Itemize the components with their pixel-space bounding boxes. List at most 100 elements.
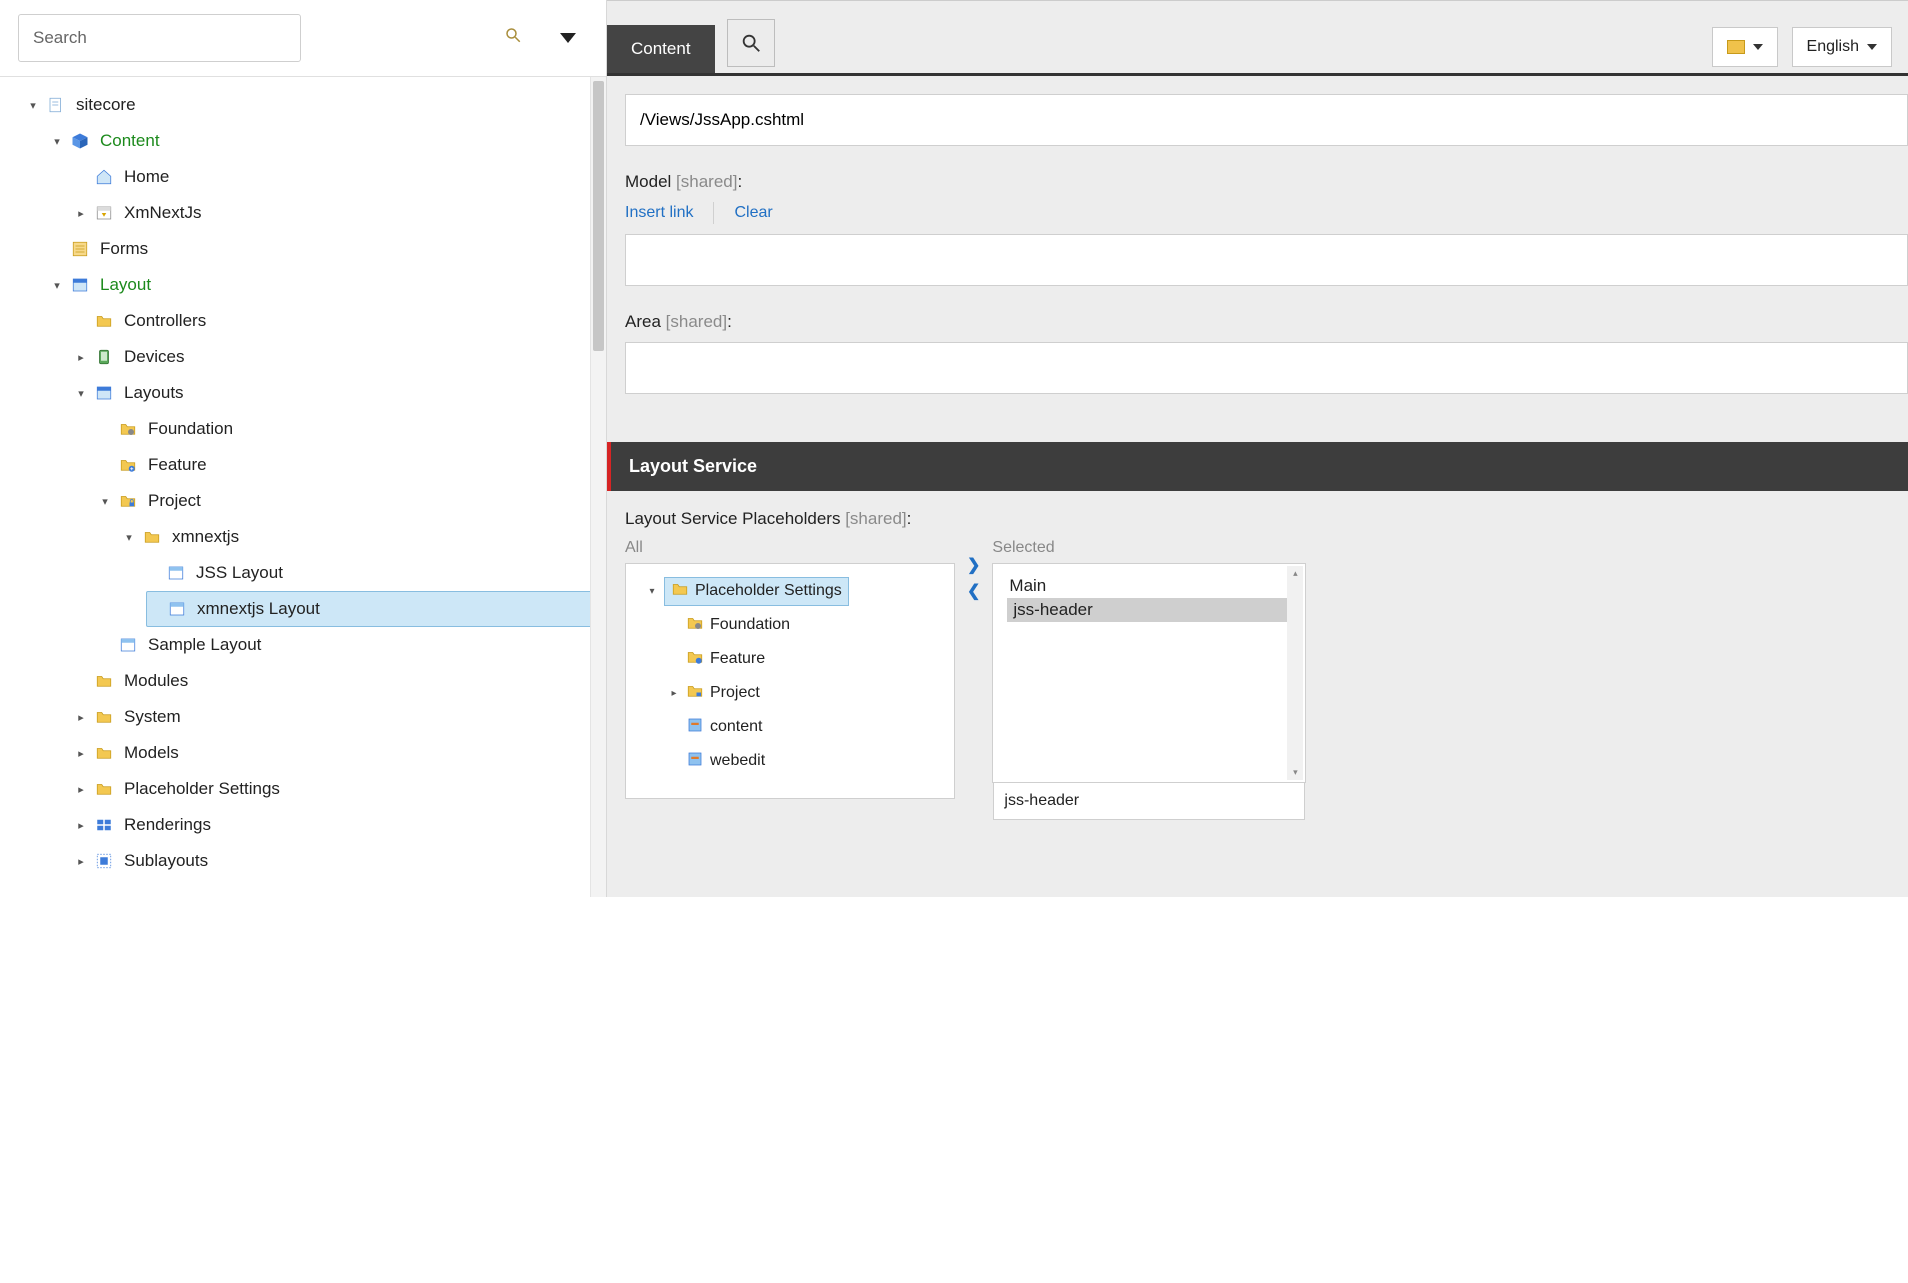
tree-node-xmnextjs-content[interactable]: ▸ XmNextJs [74,195,606,231]
mini-node-webedit[interactable]: webedit [668,744,944,778]
clear-link[interactable]: Clear [734,204,772,222]
sublayout-icon [94,851,114,871]
layout-item-icon [118,635,138,655]
mini-label: Placeholder Settings [695,582,842,600]
expand-icon[interactable]: ▸ [74,783,88,796]
collapse-icon[interactable]: ▾ [646,586,658,597]
collapse-icon[interactable]: ▾ [26,99,40,112]
tree-label: Layout [96,275,151,295]
tree-node-models[interactable]: ▸ Models [74,735,606,771]
scroll-down-icon[interactable]: ▾ [1287,767,1303,778]
tree-node-forms[interactable]: Forms [50,231,606,267]
tab-content[interactable]: Content [607,25,715,73]
mini-label: Project [710,684,760,702]
mini-node-root[interactable]: ▾ Placeholder Settings [646,574,944,608]
layout-icon [70,275,90,295]
tree-node-project[interactable]: ▾ Project [98,483,606,519]
tree-label: Controllers [120,311,206,331]
collapse-icon[interactable]: ▾ [98,495,112,508]
expand-icon[interactable]: ▸ [74,819,88,832]
collapse-icon[interactable]: ▾ [122,531,136,544]
search-dropdown-toggle[interactable] [548,14,588,62]
selected-item-jss-header[interactable]: jss-header [1007,598,1291,622]
scroll-up-icon[interactable]: ▴ [1287,568,1303,579]
move-right-icon[interactable]: ❯ [967,555,980,575]
chevron-down-icon [1867,44,1877,50]
mini-node-project[interactable]: ▸ Project [668,676,944,710]
insert-link[interactable]: Insert link [625,204,693,222]
mini-node-feature[interactable]: Feature [668,642,944,676]
tree-label: XmNextJs [120,203,201,223]
content-body: Model [shared]: Insert link Clear Area [… [607,76,1908,897]
colon: : [727,312,732,331]
tree-node-content[interactable]: ▾ Content [50,123,606,159]
expand-icon[interactable]: ▸ [74,747,88,760]
tree-label: Renderings [120,815,211,835]
scrollbar-thumb[interactable] [593,81,604,351]
expand-icon[interactable]: ▸ [74,855,88,868]
selected-footer-value: jss-header [1004,792,1079,810]
collapse-icon[interactable]: ▾ [50,135,64,148]
tree-node-sublayouts[interactable]: ▸ Sublayouts [74,843,606,879]
placeholder-icon [686,750,704,773]
layout-item-icon [166,563,186,583]
tree-node-system[interactable]: ▸ System [74,699,606,735]
tree-node-renderings[interactable]: ▸ Renderings [74,807,606,843]
right-panel: Content English Model [shared]: Insert l… [607,0,1908,897]
selected-scrollbar[interactable]: ▴ ▾ [1287,566,1303,780]
expand-icon[interactable]: ▸ [74,711,88,724]
language-selector[interactable]: English [1792,27,1892,67]
search-icon[interactable] [504,26,522,50]
mini-label: webedit [710,752,765,770]
mini-node-foundation[interactable]: Foundation [668,608,944,642]
tree-node-xmnextjs-layout[interactable]: xmnextjs Layout [146,591,606,627]
tree-node-devices[interactable]: ▸ Devices [74,339,606,375]
tree-node-sample-layout[interactable]: Sample Layout [98,627,606,663]
move-left-icon[interactable]: ❮ [967,581,980,601]
tree-label: sitecore [72,95,136,115]
tree-node-modules[interactable]: Modules [74,663,606,699]
expand-icon[interactable]: ▸ [74,351,88,364]
tree-node-foundation[interactable]: Foundation [98,411,606,447]
collapse-icon[interactable]: ▾ [74,387,88,400]
search-button[interactable] [727,19,775,67]
expand-icon[interactable]: ▸ [668,688,680,699]
expand-icon[interactable]: ▸ [74,207,88,220]
form-icon [70,239,90,259]
section-header-layout-service[interactable]: Layout Service [607,442,1908,491]
tree-node-layouts[interactable]: ▾ Layouts [74,375,606,411]
tree-label: Placeholder Settings [120,779,280,799]
colon: : [907,509,912,528]
path-input[interactable] [625,94,1908,146]
model-input[interactable] [625,234,1908,286]
chevron-down-icon [1753,44,1763,50]
book-icon [1727,40,1745,54]
search-input[interactable] [18,14,301,62]
folder-lock-icon [118,491,138,511]
tree-node-xmnextjs-folder[interactable]: ▾ xmnextjs [122,519,606,555]
tree-node-home[interactable]: Home [74,159,606,195]
tree-node-layout[interactable]: ▾ Layout [50,267,606,303]
placeholder-icon [686,716,704,739]
area-input[interactable] [625,342,1908,394]
tree-scrollbar[interactable] [590,77,606,897]
tree-node-sitecore[interactable]: ▾ sitecore [26,87,606,123]
collapse-icon[interactable]: ▾ [50,279,64,292]
view-selector[interactable] [1712,27,1778,67]
tree-label: Content [96,131,160,151]
selected-item-main[interactable]: Main [1003,574,1295,598]
tree-node-feature[interactable]: Feature [98,447,606,483]
tree-label: Project [144,491,201,511]
tree-node-jss-layout[interactable]: JSS Layout [146,555,606,591]
selected-title: Selected [992,539,1306,557]
mini-node-content[interactable]: content [668,710,944,744]
all-column: All ▾ Placeholder Settings Foundat [625,539,955,799]
tree-node-controllers[interactable]: Controllers [74,303,606,339]
mini-label: Foundation [710,616,790,634]
ribbon-right: English [1712,27,1892,67]
model-link-row: Insert link Clear [625,202,1908,224]
tree-node-placeholder-settings[interactable]: ▸ Placeholder Settings [74,771,606,807]
field-label-area: Area [shared]: [625,312,1908,332]
tree-label: Models [120,743,179,763]
left-panel: ▾ sitecore ▾ Content [0,0,607,897]
